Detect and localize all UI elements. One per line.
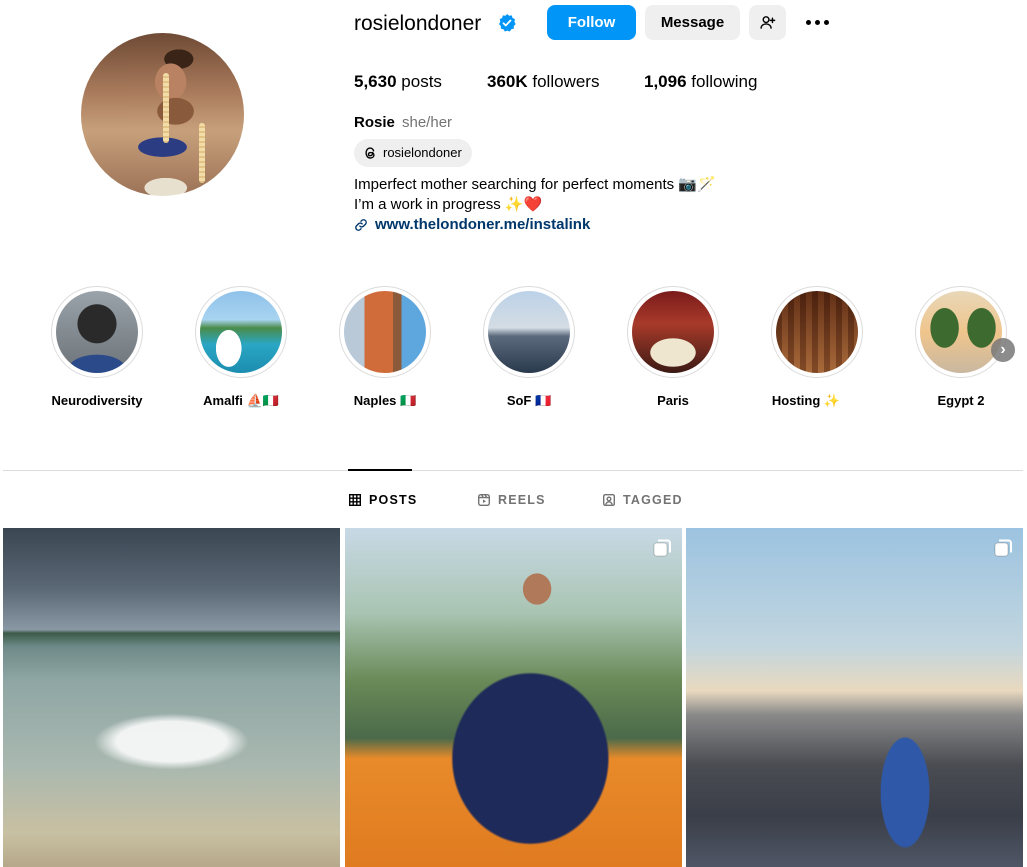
posts-count: 5,630 posts [354, 72, 442, 92]
highlight-label: Neurodiversity [51, 393, 143, 408]
highlight-cover [776, 291, 858, 373]
highlight-label: Amalfi ⛵🇮🇹 [203, 393, 279, 408]
follow-button[interactable]: Follow [547, 5, 636, 40]
post-thumbnail[interactable] [3, 528, 340, 867]
avatar-photo-detail [199, 123, 205, 183]
tab-posts-label: POSTS [369, 493, 418, 507]
highlight-hosting[interactable] [771, 286, 863, 378]
highlight-neurodiversity[interactable] [51, 286, 143, 378]
highlight-paris[interactable] [627, 286, 719, 378]
suggested-users-button[interactable] [749, 5, 786, 40]
highlight-cover [56, 291, 138, 373]
profile-link-text: www.thelondoner.me/instalink [375, 216, 591, 233]
threads-badge[interactable]: rosielondoner [354, 139, 472, 167]
profile-username: rosielondoner [354, 12, 482, 35]
verified-badge-icon [499, 14, 516, 32]
post-thumbnail[interactable] [345, 528, 682, 867]
followers-count-value: 360K [487, 72, 528, 91]
dot-icon [806, 20, 811, 25]
highlight-sof[interactable] [483, 286, 575, 378]
highlight-label: Paris [657, 393, 689, 408]
highlight-cover [344, 291, 426, 373]
following-count-value: 1,096 [644, 72, 687, 91]
active-tab-indicator [348, 469, 412, 471]
dot-icon [824, 20, 829, 25]
highlights-next-button[interactable]: › [991, 338, 1015, 362]
threads-handle: rosielondoner [383, 145, 462, 160]
highlight-cover [488, 291, 570, 373]
highlight-naples[interactable] [339, 286, 431, 378]
tabs-divider [3, 470, 1023, 471]
highlight-label: Hosting ✨ [771, 393, 841, 408]
grid-icon [349, 494, 361, 506]
threads-icon [365, 147, 375, 159]
highlight-cover [632, 291, 714, 373]
tab-tagged-label: TAGGED [623, 493, 683, 507]
following-count-label: following [691, 72, 758, 91]
highlight-cover [200, 291, 282, 373]
tab-reels-label: REELS [498, 493, 546, 507]
avatar-photo-detail [163, 73, 169, 143]
more-options-button[interactable] [805, 12, 831, 32]
link-icon [355, 219, 367, 231]
profile-avatar[interactable] [81, 33, 244, 196]
profile-full-name: Rosie [354, 114, 395, 131]
dot-icon [815, 20, 820, 25]
highlight-label: Egypt 2 [937, 393, 985, 408]
bio-line: Imperfect mother searching for perfect m… [354, 176, 716, 193]
add-user-icon [760, 16, 776, 29]
followers-count-label: followers [532, 72, 600, 91]
profile-pronouns: she/her [402, 114, 453, 131]
bio-line: I’m a work in progress ✨❤️ [354, 196, 543, 213]
highlight-label: Naples 🇮🇹 [353, 393, 417, 408]
carousel-icon [653, 539, 671, 557]
message-button[interactable]: Message [645, 5, 740, 40]
reels-icon [478, 494, 490, 506]
highlight-amalfi[interactable] [195, 286, 287, 378]
following-count[interactable]: 1,096 following [644, 72, 757, 92]
carousel-icon [994, 539, 1012, 557]
tagged-icon [603, 494, 615, 506]
highlight-label: SoF 🇫🇷 [506, 393, 552, 408]
highlight-cover [920, 291, 1002, 373]
posts-count-label: posts [401, 72, 442, 91]
post-thumbnail[interactable] [686, 528, 1023, 867]
followers-count[interactable]: 360K followers [487, 72, 599, 92]
posts-count-value: 5,630 [354, 72, 397, 91]
highlight-egypt-2[interactable] [915, 286, 1007, 378]
